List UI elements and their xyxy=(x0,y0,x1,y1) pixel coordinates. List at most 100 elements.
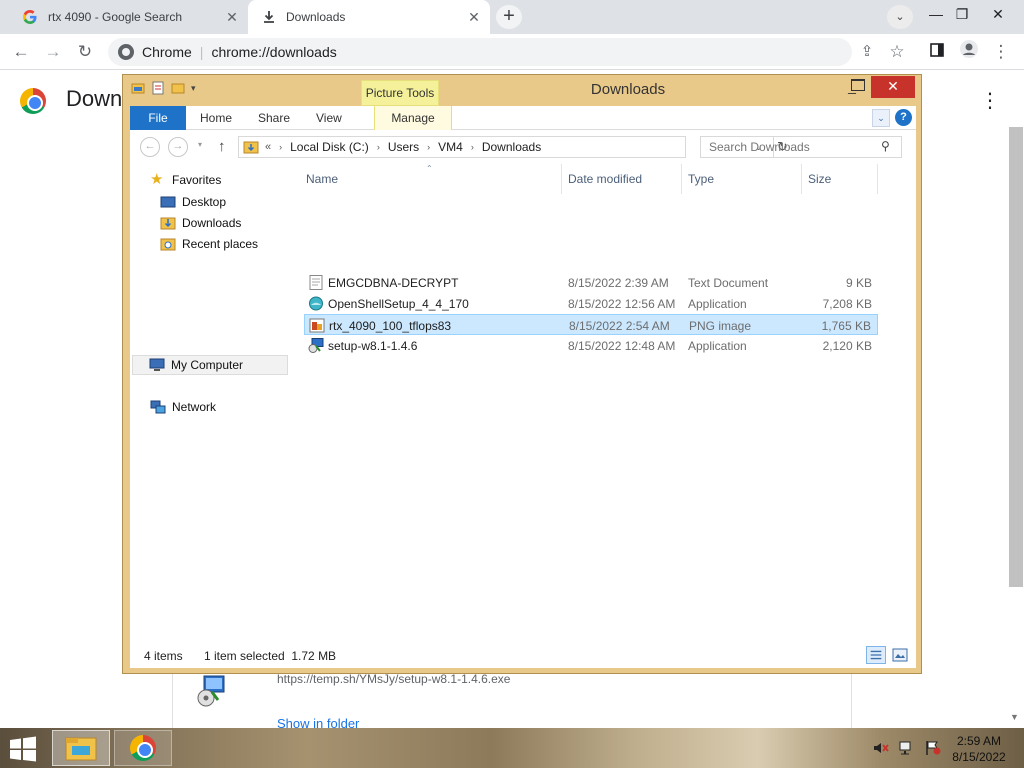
expand-ribbon-chevron-icon[interactable]: ⌄ xyxy=(872,109,890,127)
bookmark-star-icon[interactable]: ☆ xyxy=(884,39,910,65)
file-explorer-window[interactable]: ▾ Picture Tools Downloads _ □ ✕ File Hom… xyxy=(122,74,922,674)
tab-search-chevron-icon[interactable]: ⌄ xyxy=(887,5,913,29)
new-tab-button[interactable]: + xyxy=(496,5,522,29)
sort-ascending-icon: ⌃ xyxy=(426,164,433,173)
file-date: 8/15/2022 12:48 AM xyxy=(568,339,676,353)
ribbon-tab-view[interactable]: View xyxy=(316,106,342,130)
chevron-right-icon[interactable]: › xyxy=(377,142,380,152)
file-name: EMGCDBNA-DECRYPT xyxy=(328,276,459,290)
installer-icon xyxy=(197,675,225,707)
address-bar[interactable]: Chrome | chrome://downloads xyxy=(108,38,852,66)
forward-icon[interactable]: → xyxy=(40,39,66,65)
url-text: chrome://downloads xyxy=(211,44,337,60)
close-icon[interactable]: ✕ xyxy=(464,9,484,26)
ribbon-tab-manage[interactable]: Manage xyxy=(374,106,452,130)
side-panel-icon[interactable] xyxy=(924,39,950,65)
column-header-size[interactable]: Size xyxy=(802,164,878,194)
up-arrow-icon[interactable]: ↑ xyxy=(218,138,226,155)
explorer-address-bar[interactable]: « › Local Disk (C:) › Users › VM4 › Down… xyxy=(238,136,788,158)
nav-label: Network xyxy=(172,400,217,414)
nav-network[interactable]: Network xyxy=(150,397,216,417)
help-icon[interactable]: ? xyxy=(895,109,912,126)
chevron-right-icon[interactable]: › xyxy=(427,142,430,152)
breadcrumb-item[interactable]: VM4 xyxy=(438,140,463,154)
breadcrumb-item[interactable]: Local Disk (C:) xyxy=(290,140,369,154)
png-image-icon xyxy=(309,318,325,333)
profile-avatar-icon[interactable] xyxy=(956,39,982,65)
maximize-icon[interactable] xyxy=(851,79,865,91)
tab-title: rtx 4090 - Google Search xyxy=(48,10,183,24)
menu-kebab-icon[interactable]: ⋮ xyxy=(988,39,1014,65)
taskbar-clock[interactable]: 2:59 AM 8/15/2022 xyxy=(946,733,1012,765)
recent-locations-chevron-icon[interactable]: ▾ xyxy=(198,140,202,149)
item-count: 4 items xyxy=(144,649,183,663)
file-row-selected[interactable]: rtx_4090_100_tflops83 8/15/2022 2:54 AM … xyxy=(304,314,878,335)
network-tray-icon[interactable] xyxy=(898,740,916,756)
column-header-date[interactable]: Date modified xyxy=(562,164,682,194)
clock-date: 8/15/2022 xyxy=(952,750,1006,764)
nav-downloads[interactable]: Downloads xyxy=(160,213,241,233)
search-input[interactable] xyxy=(709,140,879,154)
back-icon[interactable]: ← xyxy=(8,39,34,65)
file-date: 8/15/2022 2:39 AM xyxy=(568,276,669,290)
close-window-button[interactable]: ✕ xyxy=(871,76,915,98)
page-scrollbar[interactable] xyxy=(1009,127,1023,587)
taskbar-chrome[interactable] xyxy=(114,730,172,766)
more-options-icon[interactable]: ⋮ xyxy=(980,88,1000,113)
file-row[interactable]: setup-w8.1-1.4.6 8/15/2022 12:48 AM Appl… xyxy=(304,335,878,356)
nav-label: Downloads xyxy=(182,216,242,230)
nav-my-computer[interactable]: My Computer xyxy=(132,355,288,375)
ribbon-tab-share[interactable]: Share xyxy=(258,106,290,130)
chevron-right-icon[interactable]: › xyxy=(279,142,282,152)
windows-start-icon[interactable] xyxy=(8,736,38,762)
google-g-icon xyxy=(23,10,37,24)
breadcrumb-item[interactable]: Downloads xyxy=(482,140,541,154)
taskbar-file-explorer[interactable] xyxy=(52,730,110,766)
breadcrumb-item[interactable]: Users xyxy=(388,140,419,154)
nav-recent-places[interactable]: Recent places xyxy=(160,234,258,254)
nav-favorites[interactable]: ★ Favorites xyxy=(150,170,221,190)
close-window-icon[interactable]: ✕ xyxy=(982,0,1014,30)
reload-icon[interactable]: ↻ xyxy=(72,39,98,65)
search-box[interactable]: ⚲ xyxy=(700,136,902,158)
tab-google-search[interactable]: rtx 4090 - Google Search ✕ xyxy=(8,0,248,34)
file-size: 2,120 KB xyxy=(822,339,872,353)
ribbon-tab-file[interactable]: File xyxy=(130,106,186,130)
download-icon xyxy=(264,11,274,23)
large-icons-view-icon[interactable] xyxy=(890,646,910,664)
file-row[interactable]: EMGCDBNA-DECRYPT 8/15/2022 2:39 AM Text … xyxy=(304,272,878,293)
action-center-flag-icon[interactable] xyxy=(924,740,942,756)
file-date: 8/15/2022 2:54 AM xyxy=(569,319,670,333)
network-icon xyxy=(150,400,166,414)
column-header-type[interactable]: Type xyxy=(682,164,802,194)
desktop-icon xyxy=(160,196,176,208)
file-date: 8/15/2022 12:56 AM xyxy=(568,297,676,311)
recent-places-icon xyxy=(160,238,176,251)
file-type: Text Document xyxy=(688,276,769,290)
download-item-card xyxy=(172,672,852,732)
ribbon-tab-home[interactable]: Home xyxy=(200,106,232,130)
volume-muted-icon[interactable] xyxy=(872,740,890,756)
download-url[interactable]: https://temp.sh/YMsJy/setup-w8.1-1.4.6.e… xyxy=(277,672,510,686)
folder-download-icon xyxy=(243,141,259,154)
close-icon[interactable]: ✕ xyxy=(222,9,242,26)
chrome-logo-icon xyxy=(20,88,46,114)
share-icon[interactable]: ⇪ xyxy=(854,39,880,65)
search-icon[interactable]: ⚲ xyxy=(881,139,890,153)
chrome-tab-strip: rtx 4090 - Google Search ✕ Downloads ✕ +… xyxy=(0,0,1024,34)
back-icon[interactable]: ← xyxy=(140,137,160,157)
breadcrumb-overflow[interactable]: « xyxy=(265,141,271,153)
omnibox-separator: | xyxy=(199,44,204,60)
restore-icon[interactable]: ❐ xyxy=(946,0,978,30)
forward-icon[interactable]: → xyxy=(168,137,188,157)
file-row[interactable]: OpenShellSetup_4_4_170 8/15/2022 12:56 A… xyxy=(304,293,878,314)
text-document-icon xyxy=(309,275,323,290)
nav-desktop[interactable]: Desktop xyxy=(160,192,226,212)
computer-icon xyxy=(149,358,165,371)
status-bar: 4 items 1 item selected 1.72 MB xyxy=(130,644,916,668)
chevron-right-icon[interactable]: › xyxy=(471,142,474,152)
details-view-icon[interactable] xyxy=(866,646,886,664)
scroll-down-icon[interactable]: ▼ xyxy=(1010,712,1019,722)
tab-downloads[interactable]: Downloads ✕ xyxy=(248,0,490,34)
chrome-toolbar: ← → ↻ Chrome | chrome://downloads ⇪ ☆ ⋮ xyxy=(0,34,1024,70)
